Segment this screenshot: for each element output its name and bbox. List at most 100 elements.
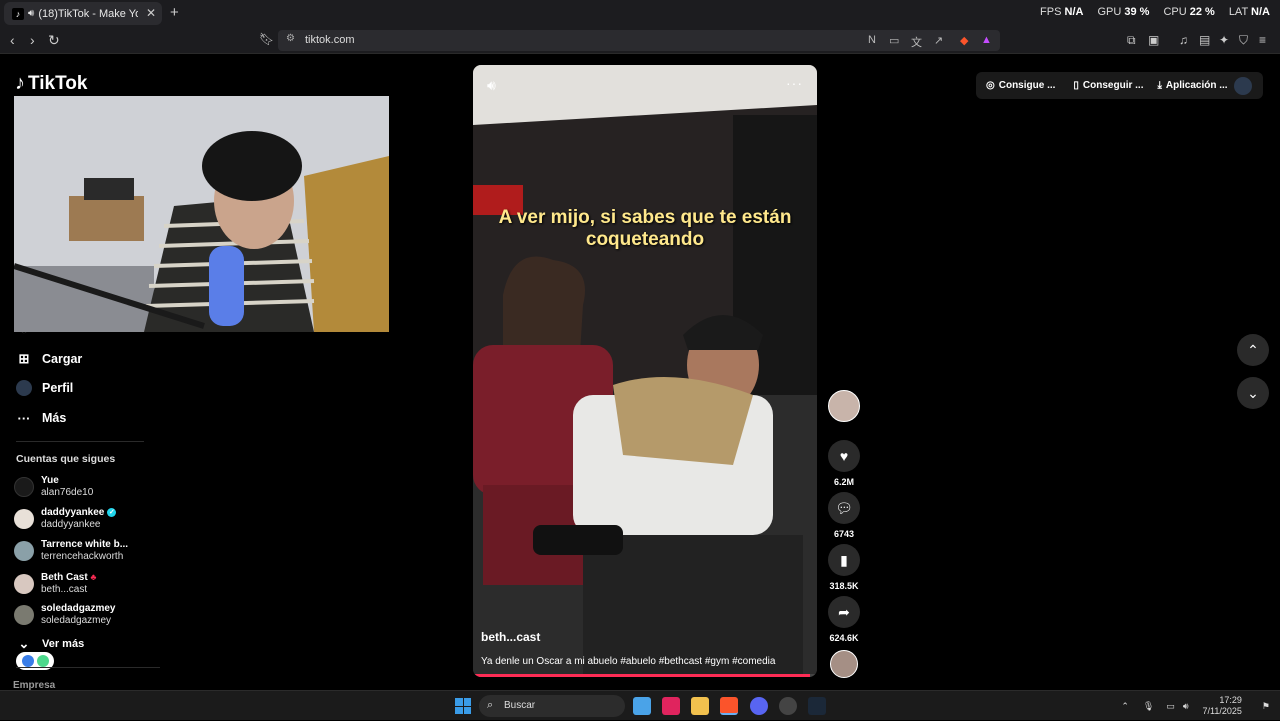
like-action[interactable]: ♥ 6.2M bbox=[828, 440, 860, 487]
webcam-overlay bbox=[14, 96, 389, 332]
more-dots-icon: ··· bbox=[17, 410, 31, 426]
sidebar-item-upload[interactable]: ⊞ Cargar bbox=[16, 351, 83, 367]
extensions-icon[interactable]: ⧉ bbox=[1127, 33, 1136, 48]
phone-icon: ▯ bbox=[1073, 80, 1079, 91]
windows-start-icon[interactable] bbox=[455, 698, 471, 714]
site-info-icon[interactable]: ⚙ bbox=[286, 33, 295, 44]
brave-rewards-icon[interactable]: ▲ bbox=[981, 34, 992, 46]
see-more-button[interactable]: ⌄ Ver más bbox=[16, 636, 85, 652]
video-player[interactable]: 🔊︎ ··· A ver mijo, si sabes que te están… bbox=[473, 65, 817, 677]
sidebar-icon[interactable]: ▣ bbox=[1148, 33, 1159, 47]
followed-account[interactable]: Tarrence white b... terrencehackworth bbox=[14, 539, 128, 563]
back-icon[interactable]: ‹ bbox=[10, 32, 15, 48]
save-action[interactable]: ▮ 318.5K bbox=[828, 544, 860, 591]
sound-avatar[interactable] bbox=[830, 650, 858, 678]
previous-video-button[interactable]: ⌃ bbox=[1237, 334, 1269, 366]
tiktok-app-icon[interactable] bbox=[662, 697, 680, 715]
avatar bbox=[14, 573, 34, 594]
clock-time: 17:29 bbox=[1219, 695, 1242, 705]
volume-tray-icon[interactable]: 🔊︎ bbox=[1183, 701, 1189, 712]
account-handle: daddyyankee bbox=[41, 519, 101, 530]
comment-action[interactable]: 💬︎ 6743 bbox=[828, 492, 860, 539]
cpu-label: CPU bbox=[1163, 6, 1187, 18]
account-name: Yue bbox=[41, 475, 59, 486]
avatar bbox=[14, 541, 34, 561]
browser-tab[interactable]: ♪ 🔊︎ (18)TikTok - Make Your Day ✕ bbox=[4, 2, 162, 25]
sidebar-item-more[interactable]: ··· Más bbox=[16, 410, 67, 426]
brave-shield-icon[interactable]: ◆ bbox=[960, 34, 968, 47]
chevron-down-icon: ⌄ bbox=[1247, 384, 1259, 401]
followed-account[interactable]: soledadgazmey soledadgazmey bbox=[14, 603, 115, 627]
coin-icon: ◎ bbox=[986, 80, 995, 91]
app-icon[interactable] bbox=[779, 697, 797, 715]
creator-avatar[interactable] bbox=[828, 390, 860, 422]
coins-label: Consigue ... bbox=[998, 80, 1056, 91]
download-app-button[interactable]: ⤓ Aplicación ... bbox=[1157, 80, 1227, 91]
bookmark-icon[interactable]: ▮ bbox=[828, 544, 860, 576]
microphone-icon[interactable]: 🎙︎ bbox=[1143, 701, 1154, 712]
get-app-button[interactable]: ▯ Conseguir ... bbox=[1073, 80, 1143, 91]
sidebar-item-label: Perfil bbox=[42, 381, 74, 395]
heart-icon[interactable]: ♥ bbox=[828, 440, 860, 472]
wallet-icon[interactable]: ▤ bbox=[1199, 33, 1210, 47]
comment-icon[interactable]: 💬︎ bbox=[828, 492, 860, 524]
menu-icon[interactable]: ≡ bbox=[1259, 33, 1266, 47]
reload-icon[interactable]: ↻ bbox=[48, 32, 60, 49]
top-actions-bar: ◎ Consigue ... ▯ Conseguir ... ⤓ Aplicación… bbox=[976, 72, 1263, 99]
user-avatar[interactable] bbox=[1234, 77, 1252, 95]
tray-chevron-icon[interactable]: ⌃ bbox=[1121, 701, 1129, 712]
file-explorer-icon[interactable] bbox=[691, 697, 709, 715]
webcam-image bbox=[14, 96, 389, 332]
steam-icon[interactable] bbox=[808, 697, 826, 715]
like-count: 6.2M bbox=[833, 477, 854, 487]
clock-date: 7/11/2025 bbox=[1202, 706, 1242, 716]
tiktok-favicon-icon: ♪ bbox=[12, 7, 24, 20]
coins-button[interactable]: ◎ Consigue ... bbox=[986, 80, 1055, 91]
video-author[interactable]: beth...cast bbox=[481, 630, 540, 644]
address-bar[interactable]: ⚙ tiktok.com N ▭ 文 ↗ ◆ ▲ bbox=[278, 30, 1000, 51]
next-video-button[interactable]: ⌄ bbox=[1237, 377, 1269, 409]
followed-account[interactable]: Beth Cast ♣ beth...cast bbox=[14, 571, 96, 596]
lat-label: LAT bbox=[1228, 6, 1248, 18]
sidebar-item-label: Cargar bbox=[42, 352, 83, 366]
close-tab-icon[interactable]: ✕ bbox=[146, 6, 156, 20]
comment-count: 6743 bbox=[833, 529, 855, 539]
reader-icon[interactable]: N bbox=[868, 34, 876, 46]
taskbar-search[interactable]: ⌕ Buscar bbox=[479, 695, 625, 717]
share-icon[interactable]: ↗ bbox=[934, 34, 943, 47]
avatar bbox=[14, 477, 34, 497]
leo-icon[interactable]: ✦ bbox=[1219, 33, 1229, 47]
chevron-up-icon: ⌃ bbox=[1247, 341, 1259, 358]
discord-icon[interactable] bbox=[750, 697, 768, 715]
video-progress-fill bbox=[473, 674, 811, 677]
verified-badge-icon: ✓ bbox=[107, 507, 117, 517]
speaker-icon[interactable]: 🔊︎ bbox=[28, 8, 34, 19]
media-icon[interactable]: ♫ bbox=[1179, 33, 1188, 47]
translate-icon[interactable]: 文 bbox=[911, 34, 922, 50]
clock[interactable]: 17:29 7/11/2025 bbox=[1203, 695, 1242, 717]
video-scene bbox=[473, 65, 817, 677]
fps-value: N/A bbox=[1064, 6, 1084, 18]
sidebar-item-profile[interactable]: Perfil bbox=[16, 380, 73, 396]
network-icon[interactable]: ▭ bbox=[1166, 701, 1175, 712]
forward-icon[interactable]: › bbox=[30, 32, 35, 48]
store-icon[interactable] bbox=[633, 697, 651, 715]
new-tab-icon[interactable]: + bbox=[170, 4, 179, 21]
vpn-icon[interactable]: ⛉ bbox=[1239, 33, 1248, 48]
followed-account[interactable]: Yue alan76de10 bbox=[14, 475, 93, 499]
cast-icon[interactable]: ▭ bbox=[889, 34, 899, 47]
get-app-label: Conseguir ... bbox=[1082, 80, 1144, 91]
brave-browser-icon[interactable] bbox=[720, 697, 738, 715]
video-more-icon[interactable]: ··· bbox=[786, 75, 803, 91]
account-handle: soledadgazmey bbox=[41, 615, 112, 626]
video-progress-bar[interactable] bbox=[473, 674, 817, 677]
tiktok-logo[interactable]: ♪ TikTok bbox=[15, 72, 87, 95]
video-description: Ya denle un Oscar a mi abuelo #abuelo #b… bbox=[481, 656, 776, 667]
share-action[interactable]: ➦ 624.6K bbox=[828, 596, 860, 643]
share-arrow-icon[interactable]: ➦ bbox=[828, 596, 860, 628]
bookmark-icon[interactable]: 🔖︎ bbox=[259, 32, 274, 46]
extension-icon bbox=[21, 655, 34, 667]
followed-account[interactable]: daddyyankee ✓ daddyyankee bbox=[14, 507, 117, 531]
notifications-icon[interactable]: ⚑ bbox=[1262, 701, 1270, 712]
volume-icon[interactable]: 🔊︎ bbox=[487, 77, 496, 94]
